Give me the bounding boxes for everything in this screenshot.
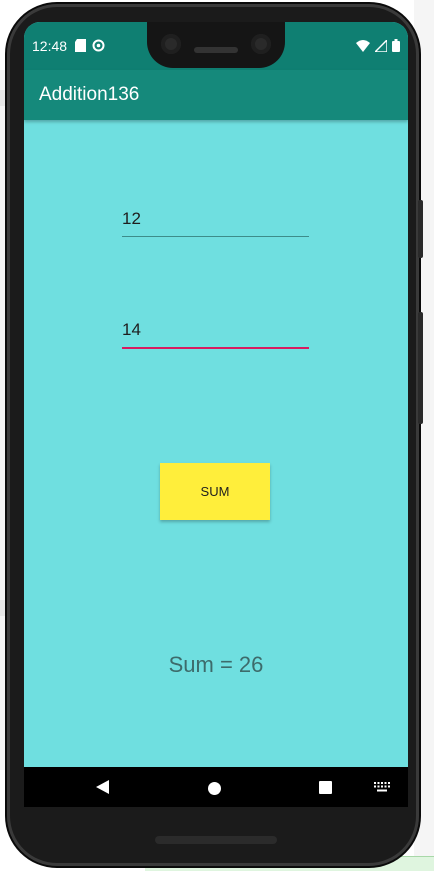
home-icon[interactable] <box>208 782 221 795</box>
status-icons-right <box>356 39 400 52</box>
volume-button[interactable] <box>418 312 423 424</box>
keyboard-icon[interactable] <box>374 782 390 792</box>
device-screen: 12:48 Addition136 12 14 SUM Sum = 26 <box>24 22 408 807</box>
status-icons-left <box>75 39 105 52</box>
second-number-input[interactable] <box>122 315 309 349</box>
front-camera-icon <box>161 34 181 54</box>
front-camera-icon <box>251 34 271 54</box>
app-bar: Addition136 <box>24 70 408 120</box>
recents-icon[interactable] <box>319 781 332 794</box>
navigation-bar <box>24 767 408 807</box>
bottom-speaker-slot <box>155 836 277 844</box>
signal-icon <box>375 39 387 52</box>
sum-result-text: Sum = 26 <box>168 652 264 677</box>
sum-button[interactable]: SUM <box>160 463 270 520</box>
power-button[interactable] <box>418 200 423 258</box>
data-saver-icon <box>92 39 105 52</box>
wifi-icon <box>356 39 370 52</box>
camera-notch <box>147 22 285 68</box>
status-bar: 12:48 <box>24 22 408 70</box>
battery-icon <box>392 39 400 52</box>
first-number-input[interactable] <box>122 204 309 237</box>
app-title: Addition136 <box>39 84 140 105</box>
sd-card-icon <box>75 39 86 52</box>
back-icon[interactable] <box>96 780 109 794</box>
earpiece-speaker <box>194 47 238 53</box>
status-time: 12:48 <box>32 38 68 54</box>
